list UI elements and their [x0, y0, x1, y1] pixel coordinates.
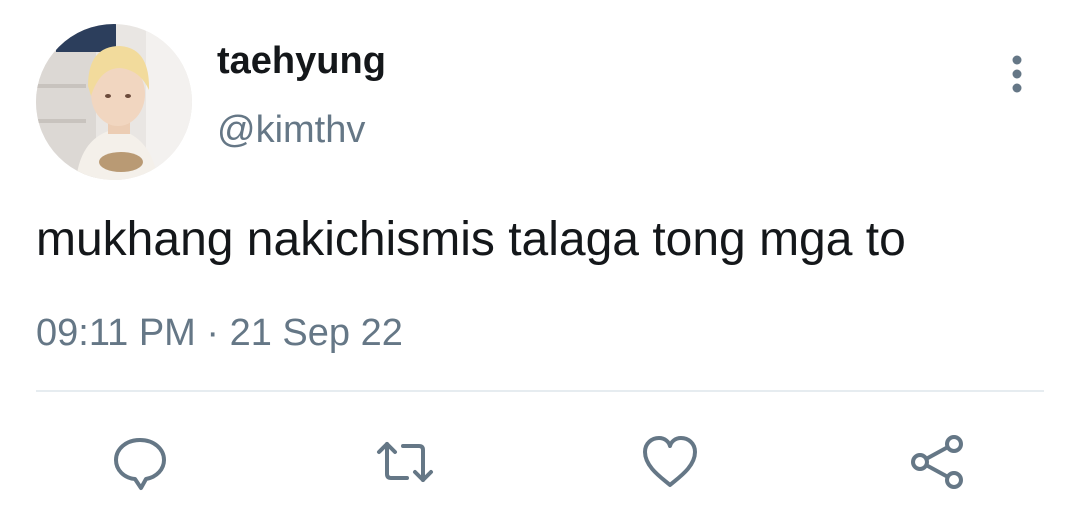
avatar-image — [36, 24, 192, 180]
reply-button[interactable] — [110, 432, 170, 492]
retweet-button[interactable] — [375, 432, 435, 492]
tweet-text: mukhang nakichismis talaga tong mga to — [36, 213, 906, 266]
share-button[interactable] — [908, 432, 968, 492]
like-button[interactable] — [640, 432, 700, 492]
tweet-timestamp[interactable]: 09:11 PM · 21 Sep 22 — [36, 310, 403, 356]
user-handle[interactable]: @kimthv — [217, 107, 365, 153]
vertical-dots-icon — [1012, 55, 1022, 93]
divider — [36, 390, 1044, 392]
speech-bubble-icon — [114, 438, 166, 490]
retweet-arrows-icon — [377, 442, 433, 482]
heart-icon — [643, 436, 697, 487]
display-name[interactable]: taehyung — [217, 38, 386, 84]
share-nodes-icon — [911, 435, 963, 489]
avatar[interactable] — [36, 24, 192, 180]
more-options-button[interactable] — [996, 50, 1040, 100]
